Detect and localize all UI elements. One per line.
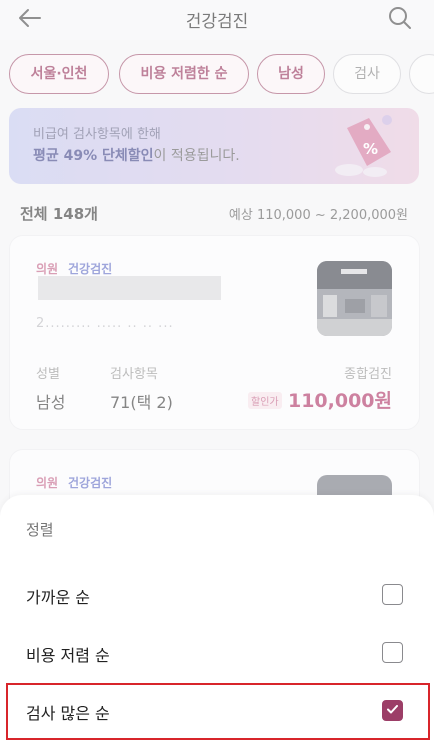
sort-option-nearest[interactable]: 가까운 순 [0,567,434,623]
sort-bottom-sheet: 정렬 가까운 순 비용 저렴 순 검사 많은 순 [0,495,434,740]
selected-option-highlight [6,683,430,740]
sort-option-label: 가까운 순 [26,588,90,607]
sort-option-label: 비용 저렴 순 [26,646,110,665]
sort-option-cheapest[interactable]: 비용 저렴 순 [0,625,434,681]
sort-option-checkbox[interactable] [382,642,403,663]
sort-option-checkbox[interactable] [382,584,403,605]
sheet-title: 정렬 [26,521,54,539]
